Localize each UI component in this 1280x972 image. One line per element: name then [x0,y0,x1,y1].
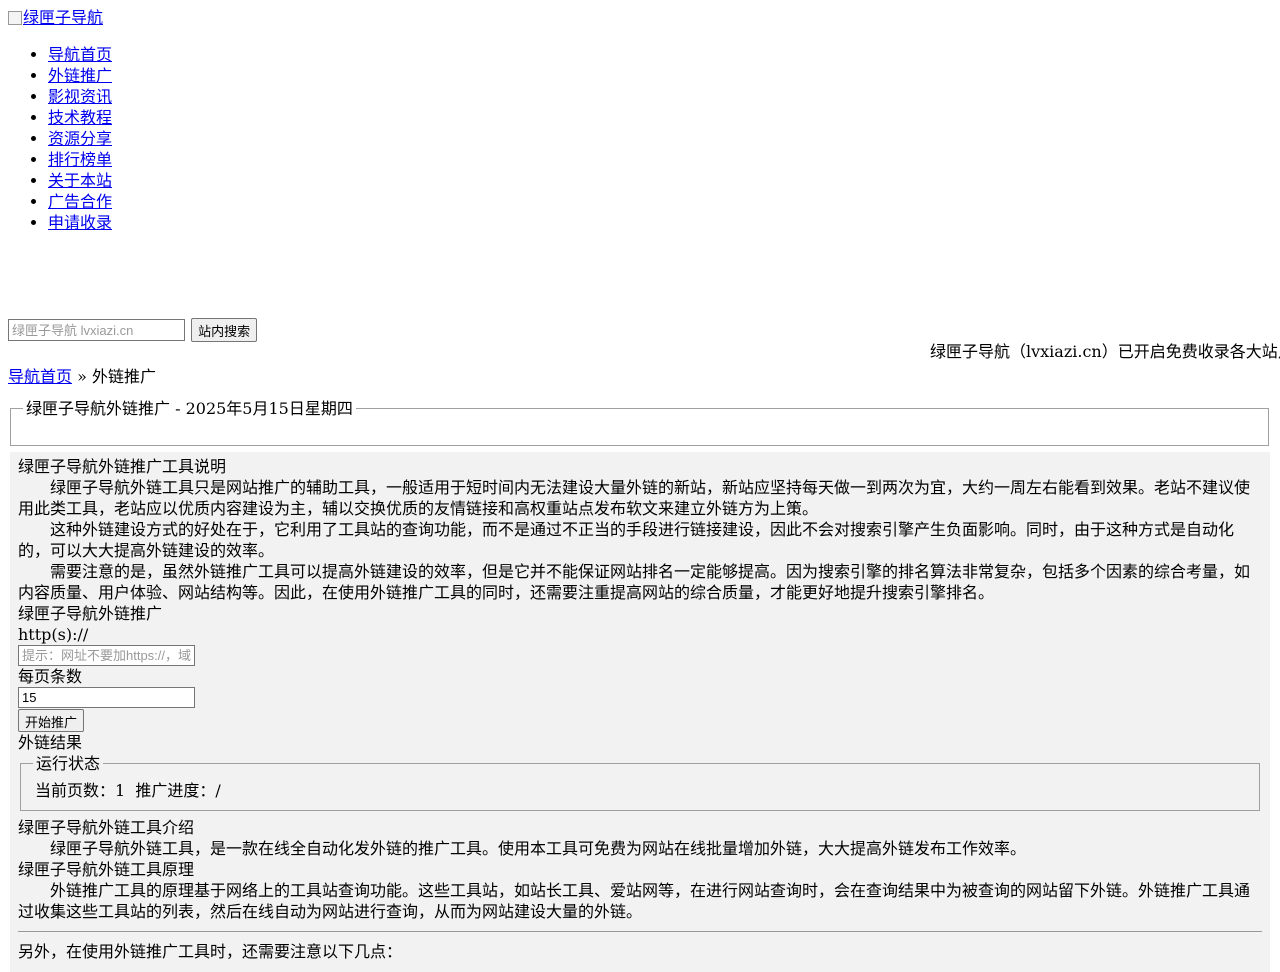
form-heading: 绿匣子导航外链推广 [18,604,163,623]
principle-heading: 绿匣子导航外链工具原理 [18,860,195,879]
nav-item: 外链推广 [48,65,112,86]
per-page-label: 每页条数 [18,667,83,686]
nav-link-about[interactable]: 关于本站 [48,171,112,190]
nav-link-resources[interactable]: 资源分享 [48,129,112,148]
run-status-fieldset: 运行状态 当前页数：1 推广进度：/ [20,753,1260,811]
intro-paragraph: 需要注意的是，虽然外链推广工具可以提高外链建设的效率，但是它并不能保证网站排名一… [18,562,1251,602]
backlink-tool-panel: 绿匣子导航外链推广工具说明 绿匣子导航外链工具只是网站推广的辅助工具，一般适用于… [10,452,1270,972]
breadcrumb-current: 外链推广 [92,367,157,386]
per-page-input[interactable] [18,687,195,708]
site-search: 站内搜索 [8,318,258,342]
nav-link-ads[interactable]: 广告合作 [48,192,112,211]
nav-item: 关于本站 [48,170,112,191]
start-promotion-button[interactable]: 开始推广 [18,709,85,732]
breadcrumb-home-link[interactable]: 导航首页 [8,367,72,386]
nav-link-home[interactable]: 导航首页 [48,45,112,64]
nav-item: 影视资讯 [48,86,112,107]
breadcrumb-separator: » [77,367,87,386]
current-page-label: 当前页数： [35,781,116,800]
search-input[interactable] [8,319,185,341]
intro-heading: 绿匣子导航外链推广工具说明 [18,457,227,476]
search-button[interactable]: 站内搜索 [191,318,258,342]
nav-link-film-news[interactable]: 影视资讯 [48,87,112,106]
nav-item: 技术教程 [48,107,112,128]
notice-marquee: 绿匣子导航（lvxiazi.cn）已开启免费收录各大站点 [930,342,1280,361]
nav-item: 导航首页 [48,44,112,65]
nav-link-backlinks[interactable]: 外链推广 [48,66,112,85]
broken-image-icon [8,11,22,25]
run-status-line: 当前页数：1 推广进度：/ [35,780,221,801]
main-nav: 导航首页 外链推广 影视资讯 技术教程 资源分享 排行榜单 关于本站 广告合作 … [8,44,112,233]
page-title: 绿匣子导航外链推广 - 2025年5月15日星期四 [23,398,356,419]
result-heading: 外链结果 [18,733,83,752]
divider [18,931,1262,932]
url-label: http(s):// [18,625,89,644]
intro-paragraph: 绿匣子导航外链工具只是网站推广的辅助工具，一般适用于短时间内无法建设大量外链的新… [18,478,1251,518]
nav-link-submit-site[interactable]: 申请收录 [48,213,112,232]
nav-item: 排行榜单 [48,149,112,170]
notes-intro: 另外，在使用外链推广工具时，还需要注意以下几点： [18,942,403,961]
principle-text: 外链推广工具的原理基于网络上的工具站查询功能。这些工具站，如站长工具、爱站网等，… [18,881,1251,921]
current-page-value: 1 [115,781,126,800]
nav-link-tutorials[interactable]: 技术教程 [48,108,112,127]
progress-value: / [215,781,221,800]
tool-intro-heading: 绿匣子导航外链工具介绍 [18,818,195,837]
url-input[interactable] [18,645,195,666]
title-fieldset: 绿匣子导航外链推广 - 2025年5月15日星期四 [10,398,1269,446]
nav-link-rankings[interactable]: 排行榜单 [48,150,112,169]
nav-item: 广告合作 [48,191,112,212]
site-logo-link[interactable]: 绿匣子导航 [8,7,103,28]
nav-item: 申请收录 [48,212,112,233]
site-logo-alt: 绿匣子导航 [23,8,104,27]
tool-intro-text: 绿匣子导航外链工具，是一款在线全自动化发外链的推广工具。使用本工具可免费为网站在… [50,839,1027,858]
nav-item: 资源分享 [48,128,112,149]
intro-paragraph: 这种外链建设方式的好处在于，它利用了工具站的查询功能，而不是通过不正当的手段进行… [18,520,1235,560]
run-status-legend: 运行状态 [33,753,104,774]
breadcrumb: 导航首页 » 外链推广 [8,366,156,387]
progress-label: 推广进度： [135,781,216,800]
